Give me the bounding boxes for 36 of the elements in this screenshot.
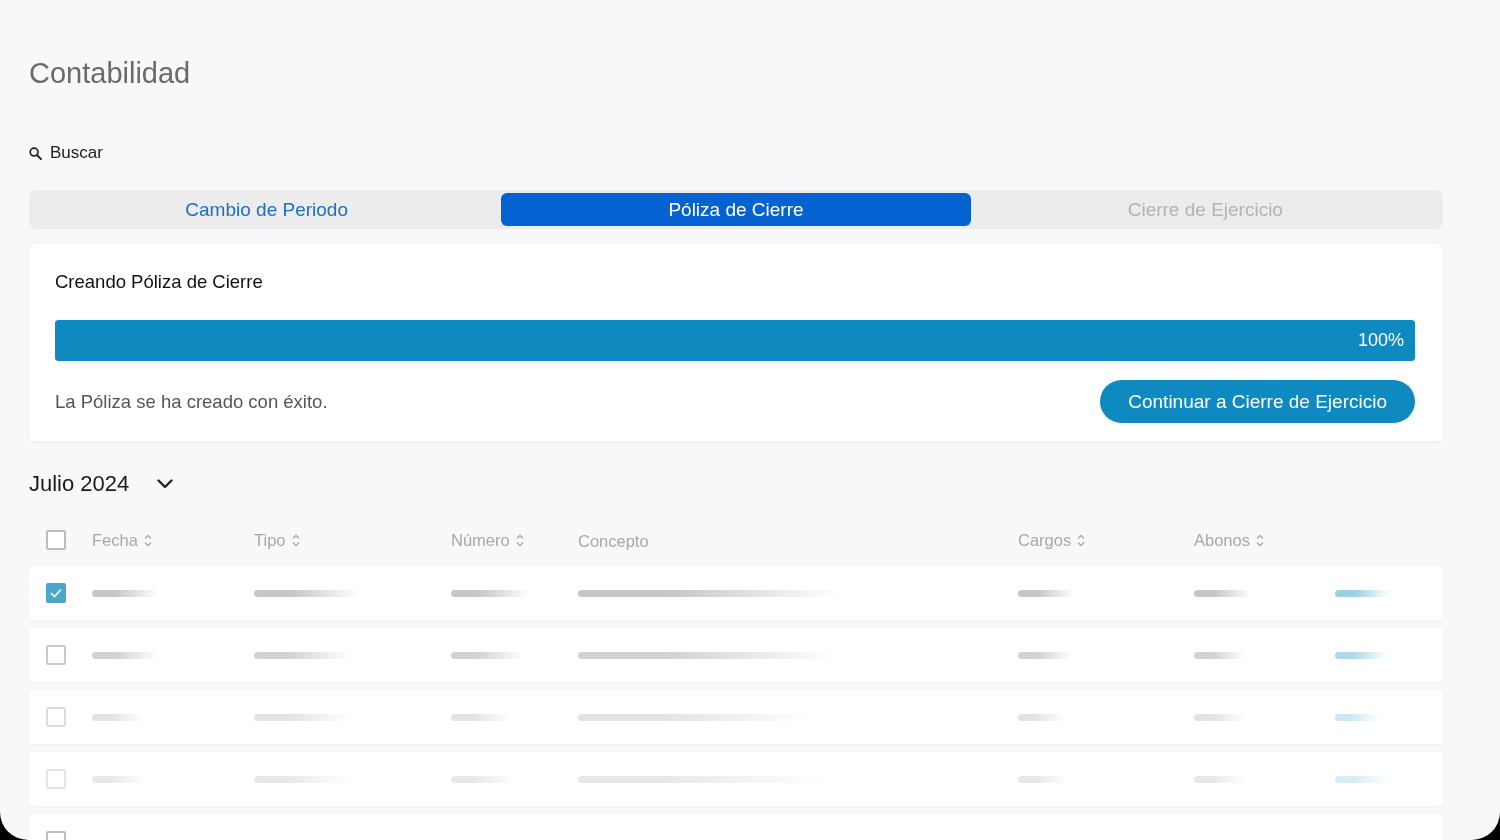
skeleton-bar	[1335, 713, 1380, 721]
skeleton-bar	[92, 651, 158, 659]
period-heading: Julio 2024	[29, 471, 130, 497]
progress-percentage: 100%	[1357, 329, 1404, 352]
sort-icon	[515, 533, 524, 547]
skeleton-bar	[1018, 651, 1072, 659]
column-header[interactable]: Número	[451, 530, 524, 550]
select-all-checkbox[interactable]	[46, 530, 66, 550]
sort-icon	[291, 533, 300, 547]
row-checkbox[interactable]	[46, 645, 66, 665]
row-checkbox[interactable]	[46, 583, 66, 603]
sort-icon	[1077, 533, 1086, 547]
skeleton-bar	[1194, 589, 1251, 597]
skeleton-bar	[1018, 589, 1074, 597]
column-header[interactable]: Abonos	[1194, 530, 1264, 550]
search-button[interactable]: Buscar	[29, 143, 103, 163]
skeleton-bar	[1194, 651, 1245, 659]
skeleton-bar	[1335, 775, 1387, 783]
card-title: Creando Póliza de Cierre	[55, 270, 264, 294]
page-title: Contabilidad	[29, 56, 192, 90]
skeleton-bar	[1335, 589, 1390, 597]
check-icon	[50, 588, 62, 598]
continue-button[interactable]: Continuar a Cierre de Ejercicio	[1100, 380, 1415, 423]
tab[interactable]: Cambio de Periodo	[32, 193, 502, 226]
chevron-down-icon[interactable]	[157, 479, 174, 489]
success-message: La Póliza se ha creado con éxito.	[55, 390, 328, 413]
search-icon	[29, 146, 42, 160]
sort-icon	[143, 533, 152, 547]
column-header[interactable]: Tipo	[254, 530, 300, 550]
column-header[interactable]: Fecha	[92, 530, 152, 550]
skeleton-bar	[1335, 651, 1387, 659]
skeleton-bar	[92, 589, 158, 597]
sort-icon	[1255, 533, 1264, 547]
column-header[interactable]: Concepto	[578, 529, 649, 551]
tab[interactable]: Póliza de Cierre	[501, 193, 971, 226]
column-header[interactable]: Cargos	[1018, 530, 1086, 550]
